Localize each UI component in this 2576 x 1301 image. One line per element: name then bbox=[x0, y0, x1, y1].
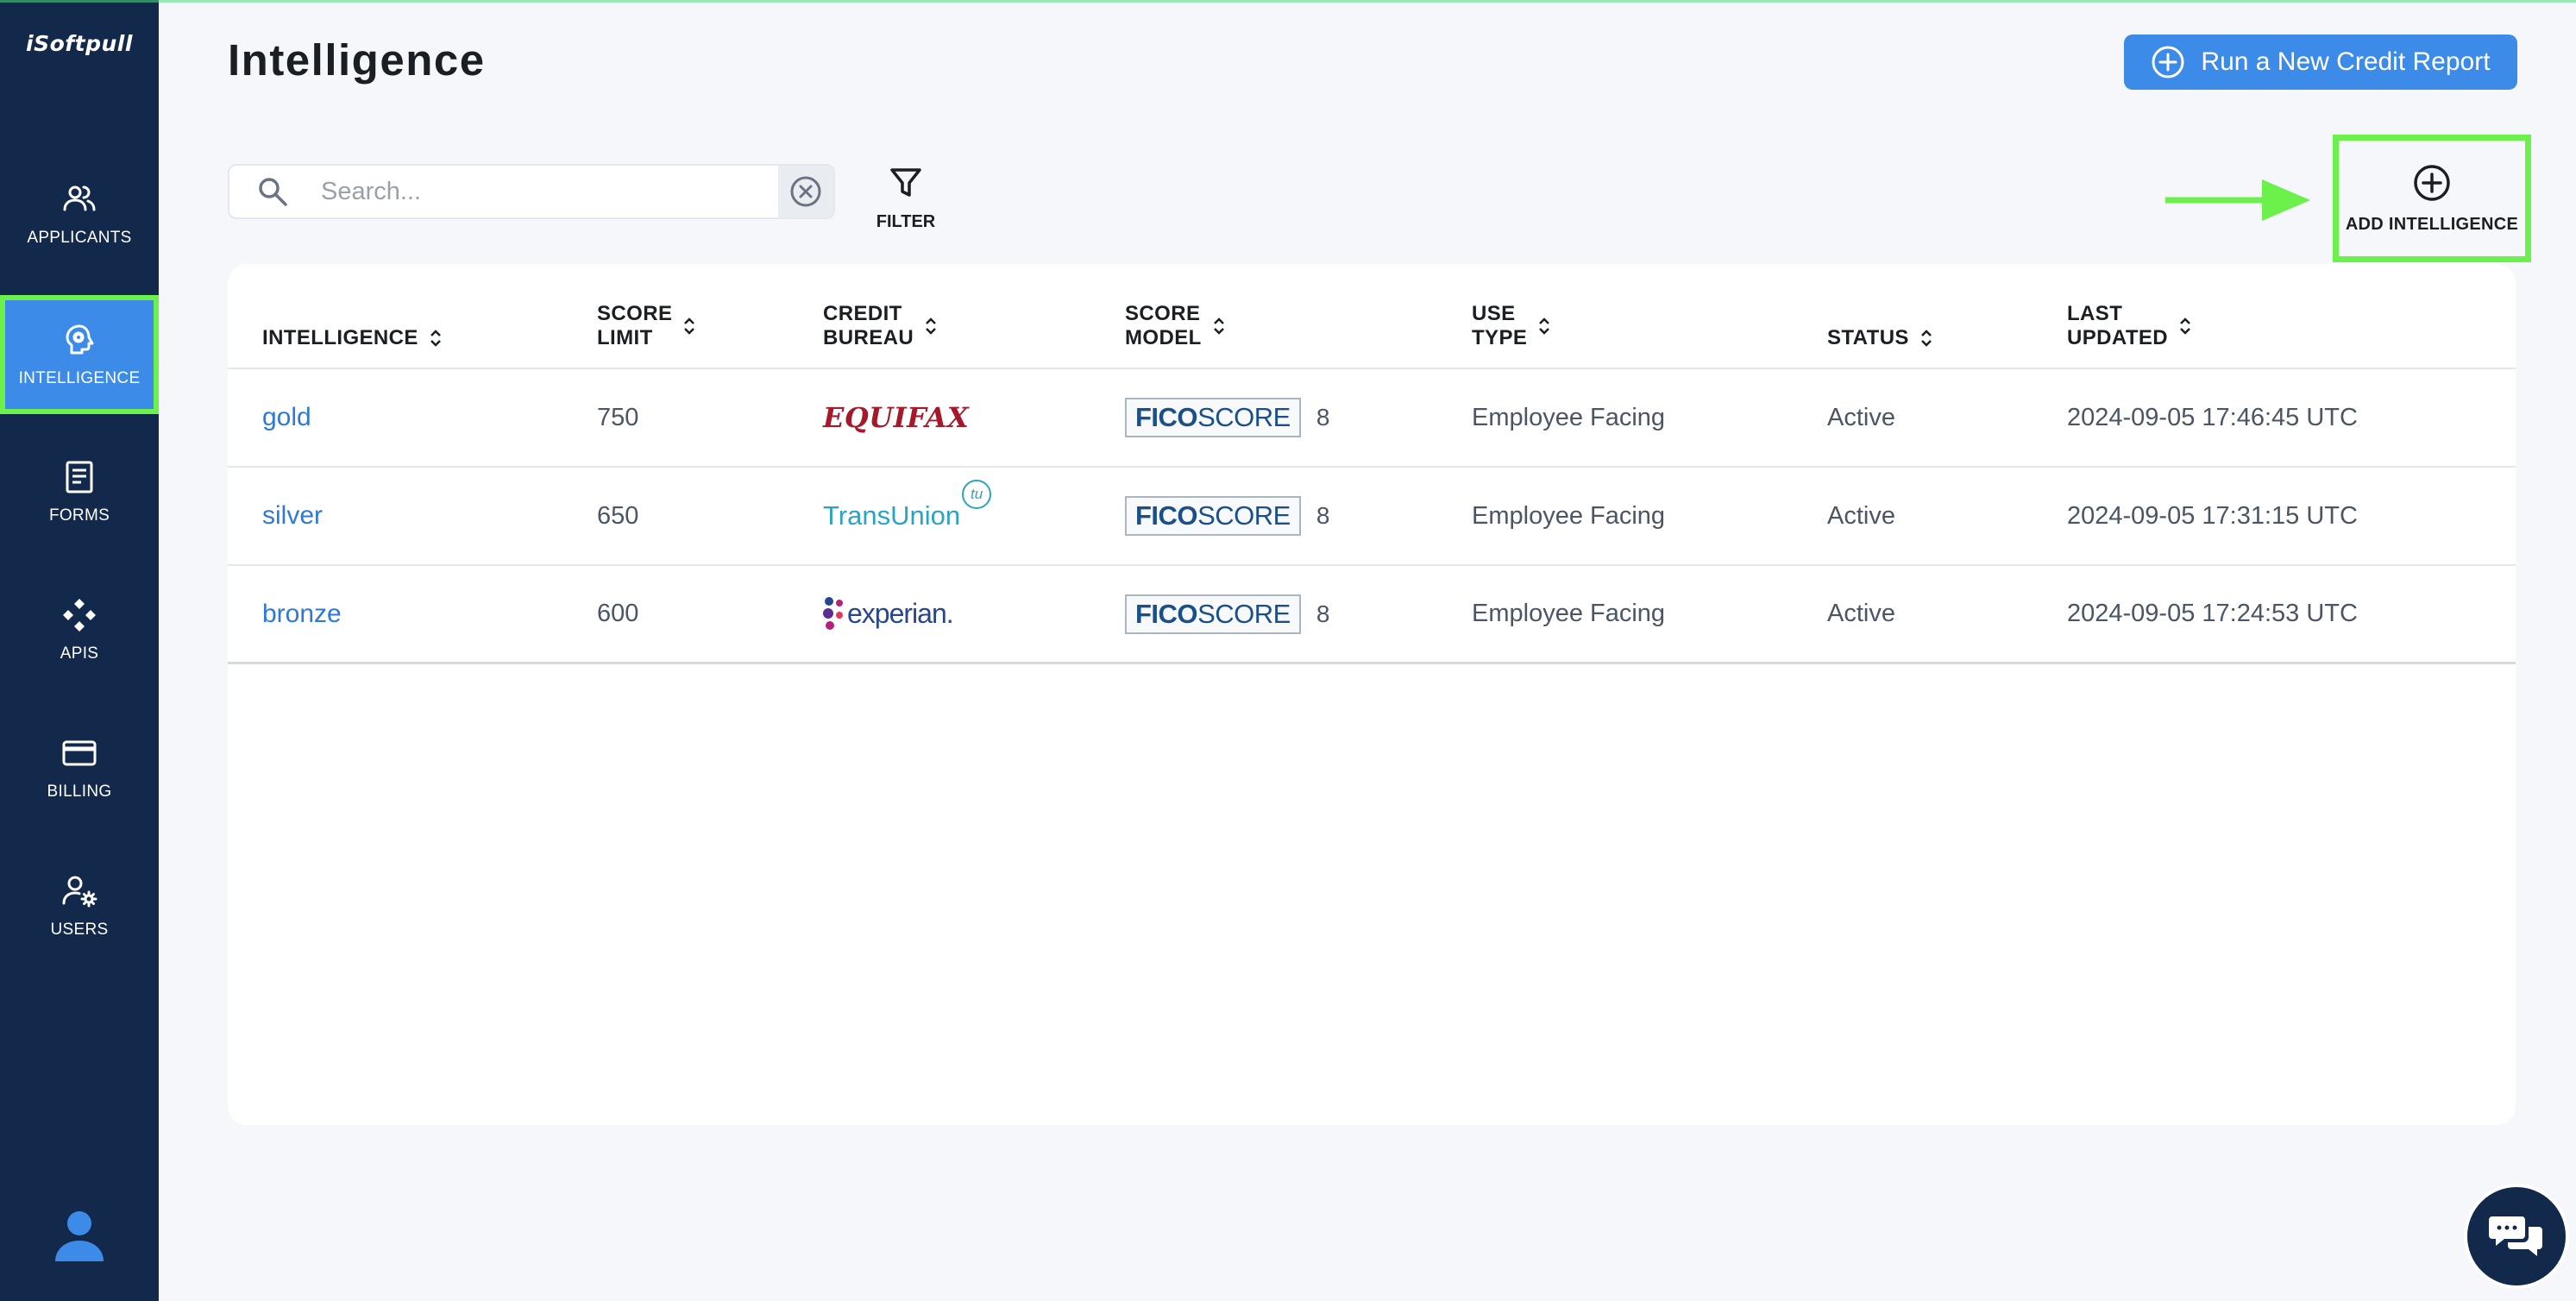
credit-card-icon bbox=[62, 740, 97, 766]
intelligence-name-link[interactable]: silver bbox=[262, 468, 323, 564]
run-credit-report-label: Run a New Credit Report bbox=[2201, 47, 2491, 76]
filter-button[interactable]: FILTER bbox=[871, 162, 940, 240]
plus-circle-icon bbox=[2152, 46, 2184, 79]
add-intelligence-label: ADD INTELLIGENCE bbox=[2345, 214, 2519, 234]
status: Active bbox=[1827, 501, 1895, 530]
column-header-use-type[interactable]: USE TYPE bbox=[1472, 302, 1551, 350]
equifax-logo: EQUIFAX bbox=[823, 401, 970, 434]
table-row[interactable]: bronze 600 experian. FICO SCORE 8 Employe… bbox=[228, 566, 2516, 664]
transunion-logo: TransUnion tu bbox=[823, 468, 992, 564]
user-gear-icon bbox=[62, 876, 97, 908]
status: Active bbox=[1827, 403, 1895, 431]
fico-score-logo: FICO SCORE bbox=[1125, 398, 1301, 437]
sidebar: iSoftpull APPLICANTS INTELLIGENCE FORMS … bbox=[0, 0, 159, 1301]
use-type: Employee Facing bbox=[1472, 600, 1666, 627]
last-updated: 2024-09-05 17:31:15 UTC bbox=[2067, 501, 2358, 530]
sort-icon bbox=[1213, 317, 1224, 335]
score-limit: 600 bbox=[597, 600, 639, 627]
sort-icon bbox=[2180, 317, 2190, 335]
last-updated: 2024-09-05 17:24:53 UTC bbox=[2067, 600, 2358, 627]
search-input[interactable] bbox=[288, 166, 778, 217]
sidebar-item-applicants[interactable]: APPLICANTS bbox=[0, 155, 159, 273]
brain-icon bbox=[66, 324, 94, 355]
column-header-last-updated[interactable]: LAST UPDATED bbox=[2067, 302, 2192, 350]
sidebar-item-label: USERS bbox=[50, 921, 109, 939]
sort-icon bbox=[430, 330, 441, 347]
score-limit: 650 bbox=[597, 501, 639, 530]
score-model: FICO SCORE 8 bbox=[1125, 566, 1329, 662]
intelligence-name-link[interactable]: gold bbox=[262, 369, 311, 466]
sidebar-item-billing[interactable]: BILLING bbox=[0, 709, 159, 826]
intelligence-name-link[interactable]: bronze bbox=[262, 566, 342, 662]
filter-label: FILTER bbox=[876, 212, 936, 231]
status: Active bbox=[1827, 600, 1895, 627]
column-header-intelligence[interactable]: INTELLIGENCE bbox=[262, 326, 443, 350]
fico-score-logo: FICO SCORE bbox=[1125, 496, 1301, 536]
clear-search-button[interactable] bbox=[778, 166, 833, 217]
score-limit: 750 bbox=[597, 403, 639, 431]
document-icon bbox=[66, 461, 93, 493]
use-type: Employee Facing bbox=[1472, 403, 1666, 431]
sidebar-item-label: APIS bbox=[60, 644, 99, 663]
score-model-version: 8 bbox=[1316, 502, 1330, 529]
people-icon bbox=[63, 185, 96, 211]
run-credit-report-button[interactable]: Run a New Credit Report bbox=[2124, 35, 2517, 90]
table-row[interactable]: silver 650 TransUnion tu FICO SCORE 8 Empl… bbox=[228, 468, 2516, 566]
last-updated: 2024-09-05 17:46:45 UTC bbox=[2067, 403, 2358, 431]
column-header-score-limit[interactable]: SCORE LIMIT bbox=[597, 302, 696, 350]
chat-bubbles-icon bbox=[2489, 1216, 2542, 1256]
table-row[interactable]: gold 750 EQUIFAX FICO SCORE 8 Employee Fa… bbox=[228, 369, 2516, 468]
green-arrow-annotation bbox=[2165, 179, 2310, 221]
use-type: Employee Facing bbox=[1472, 501, 1666, 530]
sort-icon bbox=[926, 317, 936, 335]
sidebar-item-label: INTELLIGENCE bbox=[18, 369, 141, 387]
score-model-version: 8 bbox=[1316, 404, 1330, 431]
search-bar bbox=[228, 164, 835, 219]
api-icon bbox=[63, 599, 96, 632]
score-model: FICO SCORE 8 bbox=[1125, 369, 1329, 466]
intelligence-table: INTELLIGENCE SCORE LIMIT CREDIT BUREAU SCO… bbox=[228, 264, 2516, 1125]
sort-icon bbox=[684, 317, 695, 335]
score-model: FICO SCORE 8 bbox=[1125, 468, 1329, 564]
table-header: INTELLIGENCE SCORE LIMIT CREDIT BUREAU SCO… bbox=[228, 264, 2516, 369]
sidebar-item-label: FORMS bbox=[48, 506, 110, 525]
page-title: Intelligence bbox=[228, 35, 486, 85]
experian-logo: experian. bbox=[823, 566, 954, 662]
search-icon bbox=[259, 178, 287, 206]
chat-widget-button[interactable] bbox=[2464, 1184, 2569, 1289]
app-logo[interactable]: iSoftpull bbox=[0, 31, 159, 56]
column-header-credit-bureau[interactable]: CREDIT BUREAU bbox=[823, 302, 938, 350]
sidebar-item-users[interactable]: USERS bbox=[0, 847, 159, 965]
top-accent-line bbox=[0, 0, 2576, 3]
sidebar-item-label: BILLING bbox=[47, 782, 112, 801]
add-intelligence-button[interactable]: ADD INTELLIGENCE bbox=[2333, 135, 2531, 262]
fico-score-logo: FICO SCORE bbox=[1125, 594, 1301, 634]
close-circle-icon bbox=[790, 176, 821, 207]
sidebar-item-apis[interactable]: APIS bbox=[0, 571, 159, 688]
sort-icon bbox=[1539, 317, 1550, 335]
column-header-status[interactable]: STATUS bbox=[1827, 326, 1933, 350]
filter-icon bbox=[890, 168, 921, 197]
column-header-score-model[interactable]: SCORE MODEL bbox=[1125, 302, 1226, 350]
sidebar-item-intelligence[interactable]: INTELLIGENCE bbox=[0, 295, 159, 414]
transunion-badge: tu bbox=[962, 480, 992, 509]
score-model-version: 8 bbox=[1316, 600, 1330, 627]
experian-dots-icon bbox=[823, 596, 843, 630]
person-icon[interactable] bbox=[53, 1208, 105, 1263]
plus-circle-icon bbox=[2414, 164, 2450, 201]
sort-icon bbox=[1920, 330, 1932, 347]
sidebar-item-label: APPLICANTS bbox=[27, 229, 132, 247]
sidebar-item-forms[interactable]: FORMS bbox=[0, 433, 159, 550]
